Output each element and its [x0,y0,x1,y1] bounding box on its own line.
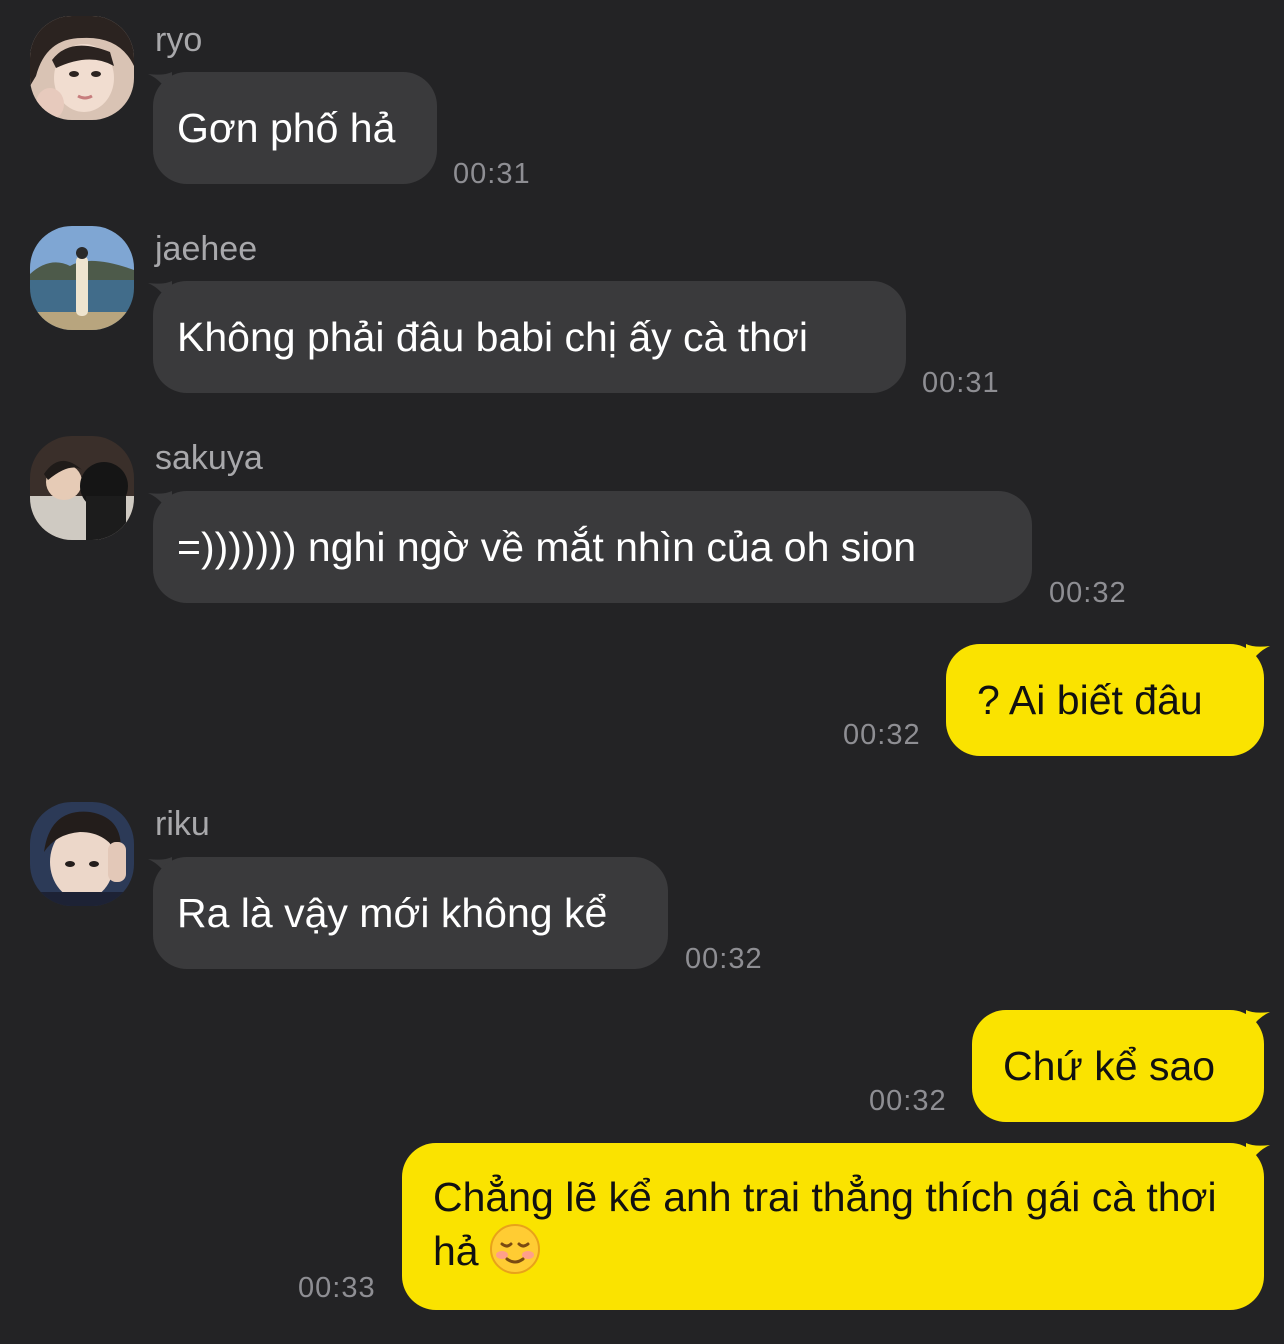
avatar-ryo-icon[interactable] [30,16,134,120]
message-text: Không phải đâu babi chị ấy cà thơi [177,314,808,360]
message-bubble-outgoing[interactable]: Chứ kể sao [972,1010,1264,1122]
message-text: Gơn phố hả [177,105,396,151]
message-text: =))))))) nghi ngờ về mắt nhìn của oh sio… [177,524,917,570]
message-text: Ra là vậy mới không kể [177,890,608,936]
bubble-tail [1246,1010,1270,1036]
bubble-tail [1246,1143,1270,1169]
message-time: 00:32 [869,1085,947,1117]
message-bubble-outgoing[interactable]: Chẳng lẽ kể anh trai thẳng thích gái cà … [402,1143,1264,1310]
message-text: ? Ai biết đâu [977,677,1203,723]
message-text: Chẳng lẽ kể anh trai thẳng thích gái cà … [433,1174,1217,1274]
sender-name: sakuya [155,439,263,477]
message-bubble[interactable]: Không phải đâu babi chị ấy cà thơi [153,281,906,393]
message-time: 00:32 [843,719,921,751]
avatar-sakuya-icon[interactable] [30,436,134,540]
message-time: 00:32 [685,943,763,975]
message-bubble-outgoing[interactable]: ? Ai biết đâu [946,644,1264,756]
message-time: 00:32 [1049,577,1127,609]
message-time: 00:31 [922,367,1000,399]
avatar-jaehee-icon[interactable] [30,226,134,330]
sender-name: ryo [155,21,203,59]
sender-name: riku [155,805,210,843]
message-time: 00:33 [298,1272,376,1304]
avatar-riku-icon[interactable] [30,802,134,906]
message-bubble[interactable]: Gơn phố hả [153,72,437,184]
bubble-tail [1246,644,1270,670]
message-bubble[interactable]: Ra là vậy mới không kể [153,857,668,969]
smiling-face-emoji-icon [489,1224,540,1274]
sender-name: jaehee [155,230,258,268]
message-time: 00:31 [453,158,531,190]
message-text: Chứ kể sao [1003,1043,1216,1089]
message-bubble[interactable]: =))))))) nghi ngờ về mắt nhìn của oh sio… [153,491,1032,603]
